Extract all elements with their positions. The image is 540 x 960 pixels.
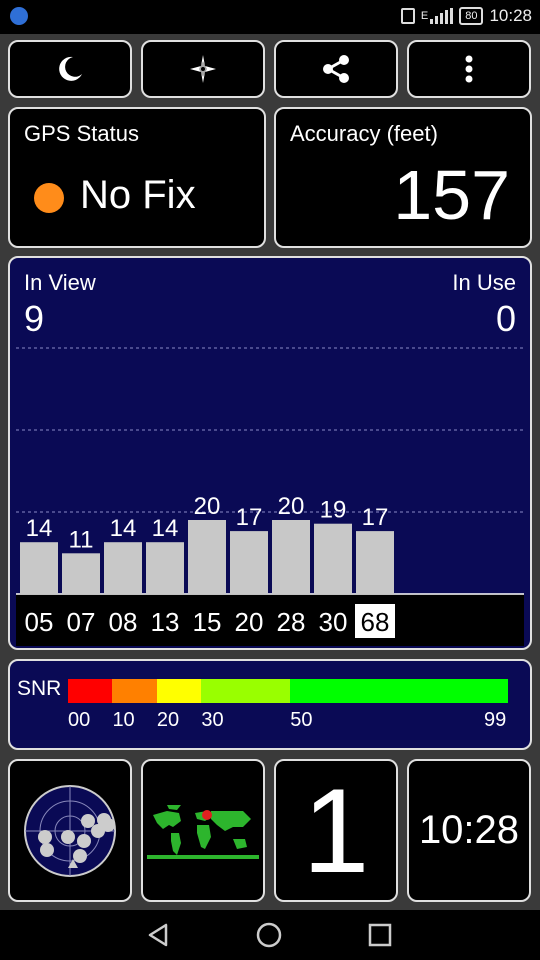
- snr-bar: [272, 520, 310, 594]
- status-bar: E 80 10:28: [0, 0, 540, 34]
- counter-value: 1: [302, 763, 370, 898]
- compass-star-icon: [190, 55, 216, 83]
- snr-tick-label: 10: [112, 709, 135, 731]
- prn-label: 68: [361, 607, 390, 637]
- back-icon[interactable]: [146, 922, 172, 948]
- snr-tick-label: 20: [156, 709, 180, 731]
- snr-bar: [188, 520, 226, 594]
- bar-value-label: 14: [26, 515, 53, 542]
- prn-label: 15: [193, 607, 222, 637]
- bar-value-label: 17: [362, 504, 389, 531]
- in-use-count: 0: [495, 298, 516, 339]
- status-icons: E 80 10:28: [400, 6, 532, 26]
- snr-color-scale: [68, 679, 508, 703]
- clock-value: 10:28: [418, 808, 520, 852]
- navigation-bar: [0, 910, 540, 960]
- compass-button[interactable]: [141, 40, 265, 98]
- snr-bar: [230, 531, 268, 594]
- snr-segment: [201, 679, 291, 703]
- snr-bar: [62, 553, 100, 594]
- bar-value-label: 11: [69, 526, 94, 553]
- bar-value-label: 17: [236, 504, 263, 531]
- prn-label: 28: [277, 607, 306, 637]
- snr-bar: [104, 542, 142, 594]
- snr-tick-label: 50: [290, 709, 313, 731]
- prn-label: 13: [151, 607, 180, 637]
- more-vert-icon: [465, 55, 473, 83]
- moon-icon: [59, 56, 82, 81]
- satellite-radar-icon: [24, 784, 116, 877]
- status-time: 10:28: [489, 6, 532, 25]
- accuracy-tile[interactable]: Accuracy (feet) 157: [274, 107, 532, 248]
- bar-value-label: 19: [320, 497, 347, 524]
- fix-status-indicator: [34, 183, 64, 213]
- snr-segment: [156, 679, 202, 703]
- bar-value-label: 20: [278, 493, 305, 520]
- gps-status-tile[interactable]: GPS Status No Fix: [8, 107, 266, 248]
- bar-value-label: 14: [110, 515, 137, 542]
- prn-label: 07: [67, 607, 96, 637]
- satellite-snr-chart: 14 05 11 07 14 08 14 13 20 15 17 20 20 28 19 30 17 68: [16, 347, 524, 646]
- world-map-icon: [147, 802, 259, 859]
- in-view-label: In View: [24, 270, 96, 295]
- accuracy-value: 157: [393, 156, 510, 234]
- snr-legend-panel: SNR 00 10 20 30 50 99: [8, 659, 532, 750]
- snr-bar: [314, 523, 352, 594]
- snr-bar: [146, 542, 184, 594]
- in-view-count: 9: [24, 298, 45, 339]
- counter-tile[interactable]: 1: [274, 759, 398, 902]
- bar-value-label: 20: [194, 493, 221, 520]
- app-notification-icon: [10, 7, 28, 25]
- snr-tick-label: 30: [201, 709, 224, 731]
- satellite-signal-panel[interactable]: In View 9 In Use 0 14 05 11 07 14 08 14 13 20 15 1…: [8, 256, 532, 650]
- accuracy-label: Accuracy (feet): [290, 121, 438, 146]
- prn-label: 30: [319, 607, 348, 637]
- prn-label: 05: [25, 607, 54, 637]
- snr-segment: [290, 679, 508, 703]
- snr-segment: [112, 679, 157, 703]
- in-use-label: In Use: [452, 270, 516, 295]
- snr-bar: [20, 542, 58, 594]
- snr-label: SNR: [17, 677, 62, 700]
- gps-status-label: GPS Status: [24, 121, 139, 146]
- sky-view-button[interactable]: [8, 759, 132, 902]
- snr-tick-label: 99: [484, 709, 507, 731]
- home-icon[interactable]: [256, 922, 282, 948]
- world-map-button[interactable]: [141, 759, 265, 902]
- snr-tick-label: 00: [68, 709, 91, 731]
- gps-status-value: No Fix: [80, 173, 196, 217]
- snr-segment: [68, 679, 113, 703]
- battery-icon: 80: [459, 7, 484, 25]
- bar-value-label: 14: [152, 515, 179, 542]
- night-mode-button[interactable]: [8, 40, 132, 98]
- more-options-button[interactable]: [407, 40, 531, 98]
- clock-tile[interactable]: 10:28: [407, 759, 531, 902]
- share-button[interactable]: [274, 40, 398, 98]
- recents-icon[interactable]: [367, 922, 393, 948]
- vibrate-icon: [400, 8, 415, 24]
- prn-label: 08: [109, 607, 138, 637]
- share-icon: [323, 55, 349, 83]
- prn-label: 20: [235, 607, 264, 637]
- signal-icon: [430, 8, 454, 24]
- snr-bar: [356, 531, 394, 594]
- network-type: E: [420, 10, 429, 22]
